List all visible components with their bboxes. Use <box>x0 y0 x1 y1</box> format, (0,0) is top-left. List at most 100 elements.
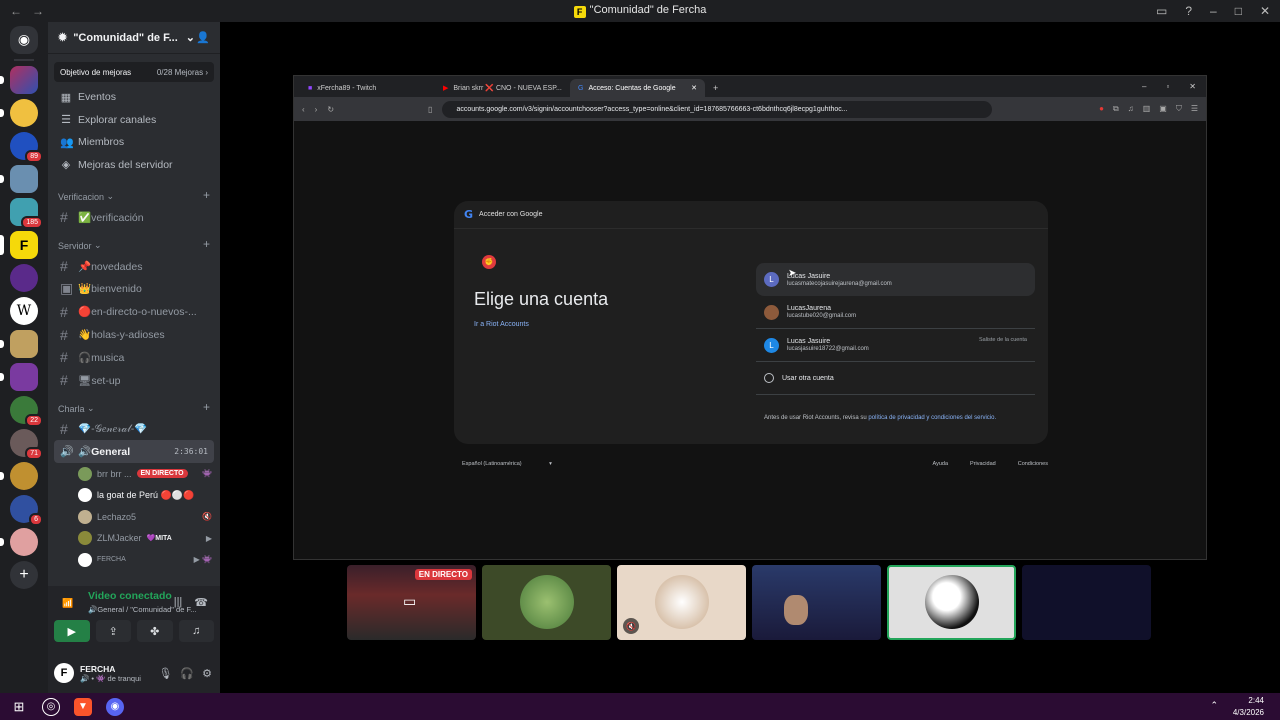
add-channel-icon[interactable]: + <box>203 188 210 202</box>
terms-link[interactable]: Condiciones <box>1018 461 1048 467</box>
help-link[interactable]: Ayuda <box>933 461 949 467</box>
settings-gear-icon[interactable]: ⚙ <box>202 667 212 680</box>
category-verificacion[interactable]: Verificacion ⌄ + <box>48 182 220 206</box>
guild-fercha-icon[interactable]: F <box>0 231 38 259</box>
riot-accounts-link[interactable]: Ir a Riot Accounts <box>474 321 529 328</box>
browser-tab[interactable]: ▶ Brian skrr ❌ CNO - NUEVA ESP... <box>435 79 570 97</box>
screen-share-button[interactable]: ⇪ <box>95 620 131 642</box>
restore-icon[interactable]: ▫ <box>1166 82 1169 91</box>
nav-boosts[interactable]: ◈ Mejoras del servidor <box>48 154 220 177</box>
participant-tile[interactable] <box>482 565 611 640</box>
menu-icon[interactable]: ☰ <box>1191 104 1198 114</box>
shield-icon[interactable]: ⛉ <box>1176 104 1182 114</box>
windows-start-icon[interactable]: ⊞ <box>10 698 28 716</box>
voice-user[interactable]: FERCHA ▶ 👾 <box>48 549 220 571</box>
guild-gta-icon[interactable] <box>0 66 38 94</box>
camera-button[interactable]: ▶ <box>54 620 90 642</box>
nav-browse-channels[interactable]: ☰ Explorar canales <box>48 109 220 132</box>
headphones-icon[interactable]: 🎧 <box>180 667 194 680</box>
participant-tile[interactable] <box>1022 565 1151 640</box>
channel-general-text[interactable]: # 💎-𝒢𝑒𝓃𝑒𝓇𝒶𝓁-💎 <box>48 418 220 441</box>
voice-user[interactable]: Lechazo5 🔇 <box>48 506 220 528</box>
voice-channel-general[interactable]: 🔊 🔊General 2:36:01 <box>54 440 214 464</box>
brave-icon[interactable]: ▼ <box>74 697 92 716</box>
guild-star-icon[interactable] <box>0 462 38 490</box>
guild-wikipedia-icon[interactable]: W <box>10 297 38 325</box>
voice-user[interactable]: ZLMJacker 💜MITA ▶ <box>48 528 220 550</box>
address-bar[interactable]: accounts.google.com/v3/signin/accountcho… <box>442 100 993 118</box>
obs-icon[interactable]: ◎ <box>42 697 60 716</box>
participant-tile[interactable] <box>752 565 881 640</box>
participant-tile[interactable]: 🔇 <box>617 565 746 640</box>
maximize-button[interactable]: □ <box>1235 4 1242 18</box>
guild-green-icon[interactable]: 22 <box>10 396 43 427</box>
use-another-account[interactable]: Usar otra cuenta <box>756 362 1035 395</box>
channel-holas[interactable]: # 👋holas-y-adioses <box>48 323 220 346</box>
guild-pink-icon[interactable] <box>0 528 38 556</box>
reload-icon[interactable]: ↻ <box>327 105 334 114</box>
forward-icon[interactable]: › <box>315 105 318 114</box>
browser-tab-active[interactable]: G Acceso: Cuentas de Google ✕ <box>570 79 705 97</box>
back-icon[interactable]: ‹ <box>302 105 305 114</box>
channel-novedades[interactable]: # 📌novedades <box>48 255 220 278</box>
guild-blue-icon[interactable]: 6 <box>10 495 43 526</box>
signal-icon[interactable]: 📶 <box>62 598 73 609</box>
category-servidor[interactable]: Servidor ⌄ + <box>48 231 220 255</box>
guild-people-icon[interactable]: 71 <box>10 429 43 460</box>
browser-tab[interactable]: ■ xFercha89 - Twitch <box>300 79 435 97</box>
noise-suppression-icon[interactable]: ||| <box>174 596 183 609</box>
guild-marvel-icon[interactable]: 89 <box>10 132 43 163</box>
close-tab-icon[interactable]: ✕ <box>691 84 697 92</box>
channel-en-directo[interactable]: # 🔴en-directo-o-nuevos-... <box>48 300 220 323</box>
voice-user[interactable]: brr brr ... EN DIRECTO 👾 <box>48 463 220 485</box>
wallet-icon[interactable]: ▣ <box>1159 104 1167 114</box>
account-item[interactable]: L Lucas Jasuire lucasmatecojasuirejaurena@… <box>756 263 1035 296</box>
shared-screen-browser[interactable]: ■ xFercha89 - Twitch ▶ Brian skrr ❌ CNO - … <box>293 75 1207 560</box>
discord-taskbar-icon[interactable]: ◉ <box>106 697 124 716</box>
language-select[interactable]: Español (Latinoamérica) ▾ <box>462 461 552 467</box>
close-icon[interactable]: ✕ <box>1189 82 1196 91</box>
add-channel-icon[interactable]: + <box>203 237 210 251</box>
close-button[interactable]: ✕ <box>1260 4 1270 18</box>
account-item[interactable]: L Lucas Jasuire lucasjasuire18722@gmail.co… <box>756 329 1035 362</box>
guild-pillar-icon[interactable] <box>0 165 38 193</box>
channel-musica[interactable]: # 🎧musica <box>48 346 220 369</box>
user-avatar[interactable]: F <box>54 663 74 683</box>
guild-avatar-icon[interactable] <box>0 99 38 127</box>
disconnect-icon[interactable]: ☎ <box>194 596 208 609</box>
server-header[interactable]: ✹ "Comunidad" de F... ⌄ 👤 <box>48 22 220 54</box>
extension-icon[interactable]: ⧉ <box>1113 104 1119 114</box>
user-info[interactable]: FERCHA 🔊 • 👾 de tranqui <box>80 664 141 683</box>
boost-goal[interactable]: Objetivo de mejoras 0/28 Mejoras › <box>54 62 214 82</box>
channel-bienvenido[interactable]: ▣ 👑bienvenido <box>48 278 220 301</box>
guild-purple-icon[interactable] <box>10 264 38 292</box>
activities-button[interactable]: ✤ <box>137 620 173 642</box>
channel-verificacion[interactable]: # ✅verificación <box>48 206 220 229</box>
invite-icon[interactable]: 👤 <box>196 31 210 44</box>
microphone-icon[interactable]: 🎙 <box>158 667 172 680</box>
account-item[interactable]: LucasJaurena lucastube020@gmail.com <box>756 296 1035 329</box>
inbox-icon[interactable]: ▭ <box>1156 4 1167 18</box>
nav-events[interactable]: ▦ Eventos <box>48 86 220 109</box>
guild-city-icon[interactable]: 185 <box>10 198 43 229</box>
discord-home-icon[interactable]: ◉ <box>10 26 38 54</box>
privacy-link[interactable]: política de privacidad y condiciones del… <box>868 415 996 421</box>
new-tab-icon[interactable]: + <box>713 83 718 93</box>
minimize-button[interactable]: – <box>1210 4 1217 18</box>
forward-arrow-icon[interactable]: → <box>32 4 44 18</box>
system-clock[interactable]: 2:44 4/3/2026 <box>1233 695 1264 719</box>
category-charla[interactable]: Charla ⌄ + <box>48 394 220 418</box>
record-icon[interactable]: ● <box>1099 104 1104 114</box>
minimize-icon[interactable]: – <box>1142 82 1146 91</box>
help-icon[interactable]: ? <box>1185 4 1192 18</box>
guild-art-icon[interactable] <box>0 330 38 358</box>
guild-game-icon[interactable] <box>0 363 38 391</box>
tray-chevron-icon[interactable]: ⌃ <box>1210 700 1218 711</box>
privacy-footer-link[interactable]: Privacidad <box>970 461 996 467</box>
add-channel-icon[interactable]: + <box>203 400 210 414</box>
channel-setup[interactable]: # 🖥set-up <box>48 369 220 392</box>
bookmark-icon[interactable]: ▯ <box>428 105 432 114</box>
sidebar-icon[interactable]: ▥ <box>1143 104 1151 114</box>
media-icon[interactable]: ♫ <box>1128 104 1134 114</box>
stream-tile[interactable]: EN DIRECTO ▭ <box>347 565 476 640</box>
